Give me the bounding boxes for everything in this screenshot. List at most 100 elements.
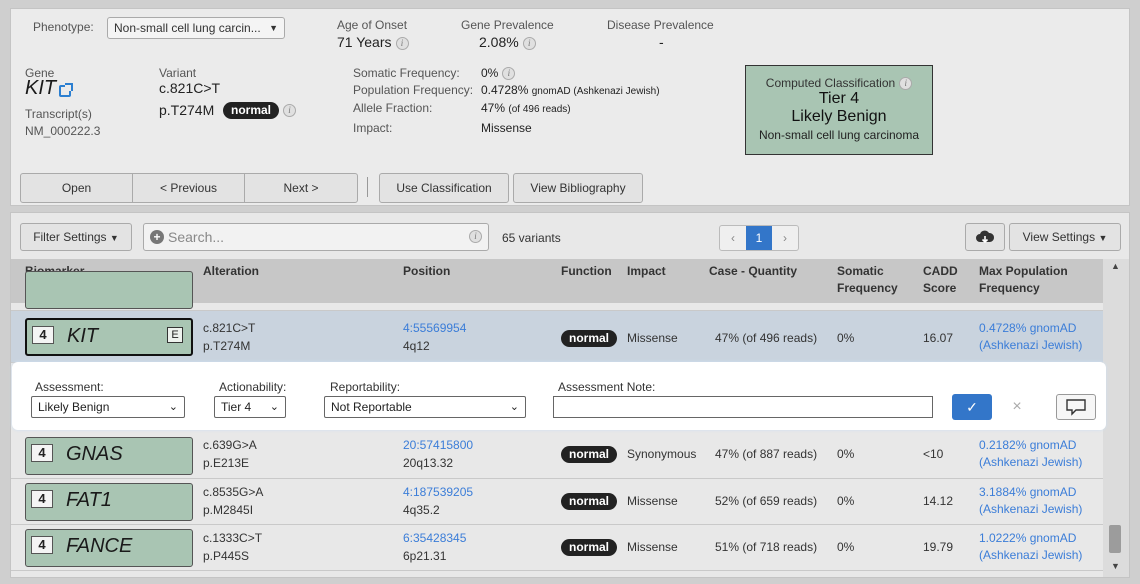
position-link[interactable]: 4:55569954 xyxy=(403,320,466,337)
page-next-button[interactable]: › xyxy=(772,226,798,250)
page-prev-button[interactable]: ‹ xyxy=(720,226,746,250)
col-case-quantity[interactable]: Case - Quantity xyxy=(709,263,797,280)
cdna-change: c.821C>T xyxy=(159,80,221,96)
gene-link[interactable]: KIT xyxy=(25,77,74,100)
chevron-down-icon: ⌄ xyxy=(509,401,519,413)
col-impact[interactable]: Impact xyxy=(627,263,666,280)
position-link[interactable]: 6:35428345 xyxy=(403,530,466,547)
search-box[interactable]: + i xyxy=(143,223,489,251)
previous-button[interactable]: < Previous xyxy=(133,174,245,202)
cadd-score: 19.79 xyxy=(923,540,954,554)
assessment-editor: Assessment: Likely Benign ⌄ Actionabilit… xyxy=(12,362,1106,430)
page-1-button[interactable]: 1 xyxy=(746,226,772,250)
table-row-selected[interactable]: 4 KIT E c.821C>T p.T274M 4:55569954 4q12… xyxy=(11,311,1103,363)
impact-label: Impact: xyxy=(353,121,393,135)
search-input[interactable] xyxy=(168,228,458,246)
scroll-up-icon[interactable]: ▲ xyxy=(1111,261,1120,271)
open-button[interactable]: Open xyxy=(21,174,133,202)
navigation-button-group: Open < Previous Next > xyxy=(20,173,358,203)
comment-button[interactable] xyxy=(1056,394,1096,420)
cytoband: 6p21.31 xyxy=(403,549,447,563)
impact: Missense xyxy=(627,331,678,345)
scrollbar-thumb[interactable] xyxy=(1109,525,1121,553)
max-population-link[interactable]: 0.4728% gnomAD (Ashkenazi Jewish) xyxy=(979,320,1082,354)
case-quantity: 52% (of 659 reads) xyxy=(715,494,818,508)
col-function[interactable]: Function xyxy=(561,263,612,280)
col-cadd-score[interactable]: CADD Score xyxy=(923,263,958,297)
position-link[interactable]: 4:187539205 xyxy=(403,484,473,501)
gene-name: KIT xyxy=(67,325,99,347)
add-filter-icon[interactable]: + xyxy=(150,230,164,244)
info-icon[interactable]: i xyxy=(283,104,297,118)
external-link-icon[interactable] xyxy=(59,82,74,97)
variant-count: 65 variants xyxy=(502,231,561,245)
phenotype-select[interactable]: Non-small cell lung carcin... ▼ xyxy=(107,17,285,39)
info-icon[interactable]: i xyxy=(502,67,516,81)
info-icon[interactable]: i xyxy=(522,36,536,50)
disease-prevalence-value: - xyxy=(659,34,664,50)
cadd-score: 14.12 xyxy=(923,494,954,508)
case-quantity: 51% (of 718 reads) xyxy=(715,540,818,554)
impact: Synonymous xyxy=(627,447,697,461)
info-icon[interactable]: i xyxy=(469,230,482,243)
confirm-button[interactable]: ✓ xyxy=(952,394,992,420)
gene-prevalence-value: 2.08% i xyxy=(479,34,536,50)
assessment-select[interactable]: Likely Benign ⌄ xyxy=(31,396,185,418)
computed-classification-box: Computed Classification i Tier 4 Likely B… xyxy=(745,65,933,155)
caret-down-icon: ▼ xyxy=(269,23,278,33)
somatic-frequency: 0% xyxy=(837,447,855,461)
impact: Missense xyxy=(627,494,678,508)
table-scrollbar[interactable]: ▲ ▼ xyxy=(1103,259,1129,577)
info-icon[interactable]: i xyxy=(899,77,913,91)
view-settings-button[interactable]: View Settings ▼ xyxy=(1009,223,1121,251)
transcript-value: NM_000222.3 xyxy=(25,124,101,138)
case-quantity: 47% (of 887 reads) xyxy=(715,447,818,461)
view-bibliography-button[interactable]: View Bibliography xyxy=(513,173,643,203)
comment-icon xyxy=(1066,399,1086,416)
variant-summary-panel: Phenotype: Non-small cell lung carcin...… xyxy=(10,8,1130,206)
col-position[interactable]: Position xyxy=(403,263,450,280)
table-row[interactable]: 4 FAT1 c.8535G>A p.M2845I 4:187539205 4q… xyxy=(11,479,1103,525)
cdna: c.8535G>A xyxy=(203,485,264,499)
max-population-link[interactable]: 1.0222% gnomAD (Ashkenazi Jewish) xyxy=(979,530,1082,564)
cancel-button[interactable]: × xyxy=(1002,394,1032,420)
table-row[interactable] xyxy=(11,271,1103,311)
chevron-down-icon: ⌄ xyxy=(269,401,279,413)
disease-prevalence-label: Disease Prevalence xyxy=(607,18,714,32)
max-population-link[interactable]: 0.2182% gnomAD (Ashkenazi Jewish) xyxy=(979,437,1082,471)
classification-title: Computed Classification i xyxy=(746,76,932,91)
protein-change: p.T274M xyxy=(159,102,215,118)
position-link[interactable]: 20:57415800 xyxy=(403,437,473,454)
gene-name: FANCE xyxy=(66,535,133,557)
download-button[interactable] xyxy=(965,223,1005,251)
tier-badge: 4 GNAS xyxy=(25,437,193,475)
max-population-link[interactable]: 3.1884% gnomAD (Ashkenazi Jewish) xyxy=(979,484,1082,518)
close-icon: × xyxy=(1012,398,1022,415)
caret-down-icon: ▼ xyxy=(1098,233,1108,243)
scroll-down-icon[interactable]: ▼ xyxy=(1111,561,1120,571)
info-icon[interactable]: i xyxy=(395,36,409,50)
reportability-select[interactable]: Not Reportable ⌄ xyxy=(324,396,526,418)
actionability-select[interactable]: Tier 4 ⌄ xyxy=(214,396,286,418)
cdna: c.639G>A xyxy=(203,438,257,452)
table-row[interactable]: 4 GNAS c.639G>A p.E213E 20:57415800 20q1… xyxy=(11,433,1103,479)
use-classification-button[interactable]: Use Classification xyxy=(379,173,509,203)
table-row[interactable]: 4 FANCE c.1333C>T p.P445S 6:35428345 6p2… xyxy=(11,525,1103,571)
tier-badge xyxy=(25,271,193,309)
tier-number: 4 xyxy=(31,444,53,462)
cadd-score: <10 xyxy=(923,447,944,461)
population-frequency-label: Population Frequency: xyxy=(353,83,474,97)
function-badge: normal xyxy=(561,330,618,347)
cloud-download-icon xyxy=(976,230,995,244)
filter-settings-button[interactable]: Filter Settings ▼ xyxy=(20,223,132,251)
col-somatic-frequency[interactable]: Somatic Frequency xyxy=(837,263,898,297)
next-button[interactable]: Next > xyxy=(245,174,357,202)
protein: p.P445S xyxy=(203,549,250,563)
phenotype-label: Phenotype: xyxy=(33,20,94,34)
assessment-note-input[interactable] xyxy=(553,396,933,418)
case-quantity: 47% (of 496 reads) xyxy=(715,331,818,345)
actionability-label: Actionability: xyxy=(219,380,287,394)
col-max-population-frequency[interactable]: Max Population Frequency xyxy=(979,263,1068,297)
assessment-label: Assessment: xyxy=(35,380,104,394)
col-alteration[interactable]: Alteration xyxy=(203,263,259,280)
